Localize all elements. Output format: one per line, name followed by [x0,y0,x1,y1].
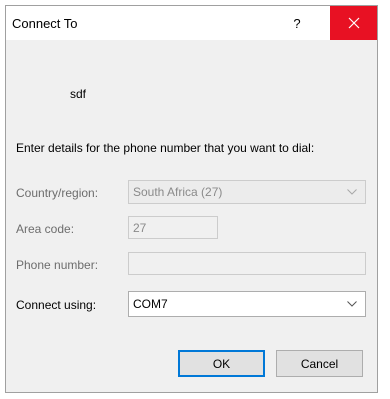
phone-number-field[interactable] [128,252,366,275]
cancel-button[interactable]: Cancel [276,350,363,377]
help-button[interactable]: ? [274,6,320,40]
help-icon: ? [293,15,301,31]
area-code-field[interactable]: 27 [128,216,218,239]
connect-using-label: Connect using: [16,298,97,312]
close-button[interactable] [330,6,377,40]
connect-using-value: COM7 [133,297,168,311]
phone-number-label: Phone number: [16,258,99,272]
area-code-value: 27 [133,220,147,235]
ok-button[interactable]: OK [178,350,265,377]
device-name: sdf [70,87,87,101]
chevron-down-icon [347,301,357,307]
dialog-title: Connect To [12,16,78,31]
title-bar: Connect To ? [6,6,377,40]
connect-using-select[interactable]: COM7 [128,291,366,317]
chevron-down-icon [347,189,357,195]
country-region-select[interactable]: South Africa (27) [128,180,366,204]
instruction-text: Enter details for the phone number that … [16,141,315,155]
area-code-label: Area code: [16,222,75,236]
close-icon [348,17,359,29]
country-region-label: Country/region: [16,186,99,200]
country-region-value: South Africa (27) [133,185,223,199]
connect-to-dialog: Connect To ? sdf Enter details for the p… [5,5,378,393]
